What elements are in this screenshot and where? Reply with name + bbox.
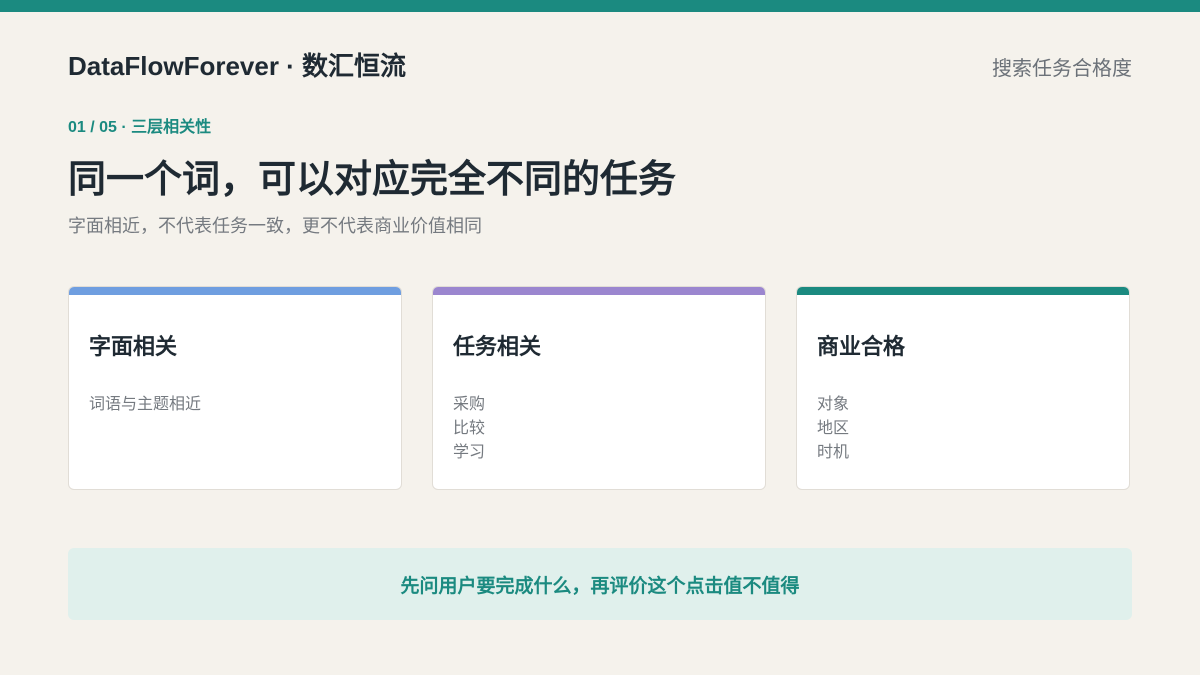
- card-title: 商业合格: [817, 334, 906, 359]
- topic-label: 搜索任务合格度: [992, 58, 1132, 80]
- card-item: 时机: [817, 444, 850, 461]
- card-task-relevance: 任务相关 采购 比较 学习: [432, 286, 766, 490]
- slide-subtitle: 字面相近，不代表任务一致，更不代表商业价值相同: [68, 216, 482, 236]
- top-accent-bar: [0, 0, 1200, 12]
- card-item-list: 词语与主题相近: [89, 393, 201, 417]
- card-item: 地区: [817, 420, 850, 437]
- card-item: 采购: [453, 396, 486, 413]
- card-item-list: 采购 比较 学习: [453, 393, 485, 465]
- card-accent-bar: [797, 287, 1129, 295]
- card-item-list: 对象 地区 时机: [817, 393, 849, 465]
- card-accent-bar: [69, 287, 401, 295]
- slide-headline: 同一个词，可以对应完全不同的任务: [68, 159, 677, 201]
- card-item: 对象: [817, 396, 850, 413]
- callout-text: 先问用户要完成什么，再评价这个点击值不值得: [400, 575, 800, 597]
- key-takeaway-callout: 先问用户要完成什么，再评价这个点击值不值得: [68, 548, 1132, 620]
- slide-page: DataFlowForever · 数汇恒流 搜索任务合格度 01 / 05 ·…: [0, 0, 1200, 675]
- slide-kicker: 01 / 05 · 三层相关性: [68, 119, 212, 136]
- brand-title: DataFlowForever · 数汇恒流: [68, 51, 407, 81]
- card-accent-bar: [433, 287, 765, 295]
- card-literal-relevance: 字面相关 词语与主题相近: [68, 286, 402, 490]
- card-item: 词语与主题相近: [89, 396, 202, 413]
- card-item: 学习: [453, 444, 486, 461]
- card-title: 字面相关: [89, 334, 178, 359]
- card-commercial-qualified: 商业合格 对象 地区 时机: [796, 286, 1130, 490]
- card-title: 任务相关: [453, 334, 542, 359]
- card-item: 比较: [453, 420, 486, 437]
